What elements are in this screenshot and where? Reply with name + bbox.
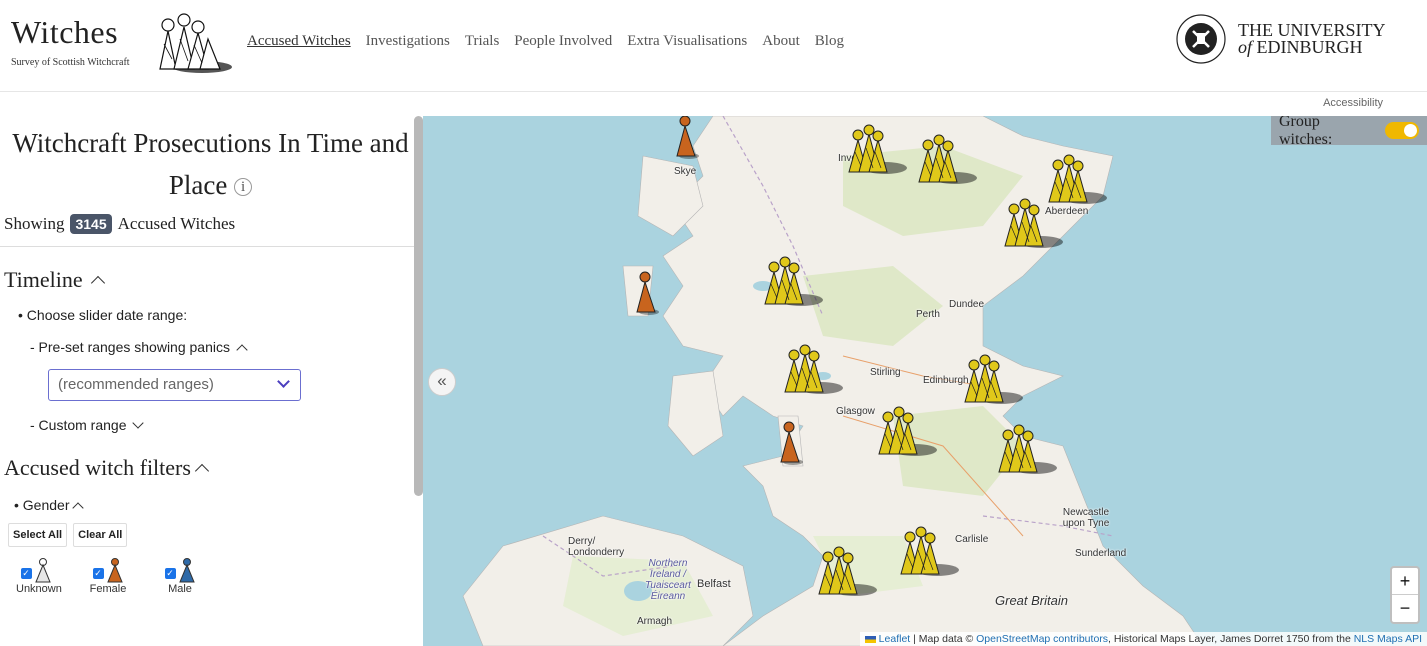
map-label: Northern Ireland / Tuaisceart Éireann	[645, 558, 691, 602]
count-badge: 3145	[70, 214, 112, 234]
zoom-out-button[interactable]: −	[1392, 595, 1418, 622]
nav-trials[interactable]: Trials	[465, 33, 499, 50]
witch-group-marker[interactable]	[761, 256, 823, 310]
witch-group-marker[interactable]	[1001, 198, 1063, 252]
map-label: Great Britain	[995, 593, 1068, 608]
nav-people-involved[interactable]: People Involved	[514, 33, 612, 50]
map-label: Carlisle	[955, 534, 989, 545]
map-label: Sunderland	[1075, 548, 1127, 559]
nav-blog[interactable]: Blog	[815, 33, 844, 50]
site-header: Witches Survey of Scottish Witchcraft Ac…	[0, 0, 1427, 92]
nav-accused-witches[interactable]: Accused Witches	[247, 33, 351, 50]
witch-group-marker[interactable]	[961, 354, 1023, 408]
map-label: Skye	[674, 166, 697, 177]
female-checkbox[interactable]: ✓	[92, 568, 104, 579]
gender-unknown[interactable]: ✓ Unknown	[16, 555, 62, 595]
chevron-down-icon	[277, 375, 290, 388]
map-label: Derry/ Londonderry	[568, 536, 625, 558]
nav-investigations[interactable]: Investigations	[366, 33, 450, 50]
select-all-button[interactable]: Select All	[8, 523, 68, 547]
map-attribution: Leaflet | Map data © OpenStreetMap contr…	[859, 632, 1427, 646]
preset-range-select[interactable]: (recommended ranges)	[48, 369, 301, 401]
divider	[0, 246, 423, 247]
clear-all-button[interactable]: Clear All	[73, 523, 128, 547]
male-checkbox[interactable]: ✓	[164, 568, 176, 579]
witch-group-marker[interactable]	[915, 134, 977, 188]
nav-about[interactable]: About	[762, 33, 800, 50]
main-nav: Accused Witches Investigations Trials Pe…	[247, 33, 844, 50]
timeline-instruction: • Choose slider date range:	[18, 307, 188, 323]
custom-range-toggle[interactable]: - Custom range	[30, 417, 423, 433]
chevron-up-icon[interactable]	[90, 275, 105, 291]
chevron-up-icon[interactable]	[194, 463, 210, 479]
group-witches-toggle[interactable]	[1385, 122, 1419, 139]
gender-options: ✓ Unknown ✓ Female ✓ Male	[16, 555, 423, 595]
map-label: Perth	[916, 309, 940, 320]
map-label: Belfast	[697, 578, 731, 590]
filters-heading[interactable]: Accused witch filters	[4, 455, 423, 481]
witch-group-marker[interactable]	[815, 546, 877, 600]
accessibility-link[interactable]: Accessibility	[1323, 97, 1383, 109]
chevron-up-icon[interactable]	[71, 502, 84, 514]
witch-group-marker[interactable]	[875, 406, 937, 460]
brand[interactable]: Witches Survey of Scottish Witchcraft	[11, 14, 130, 68]
filter-sidebar: Witchcraft Prosecutions In Time and Plac…	[0, 116, 423, 646]
nls-link[interactable]: NLS Maps API	[1354, 633, 1422, 645]
map-view[interactable]: Skye Dundee Perth Stirling Edinburgh Gla…	[423, 116, 1427, 646]
female-witch-marker[interactable]	[669, 116, 731, 162]
map-label: Newcastle upon Tyne	[1062, 507, 1110, 529]
ukraine-flag-icon	[864, 636, 876, 643]
showing-count: Showing 3145 Accused Witches	[4, 214, 236, 234]
osm-link[interactable]: OpenStreetMap contributors	[976, 633, 1108, 645]
female-witch-marker[interactable]	[773, 414, 835, 468]
chevron-up-icon[interactable]	[236, 344, 248, 356]
info-icon[interactable]: i	[234, 178, 253, 196]
zoom-control: + −	[1390, 566, 1420, 624]
sidebar-scrollbar[interactable]	[414, 116, 423, 496]
gender-female[interactable]: ✓ Female	[88, 555, 128, 595]
chevron-down-icon[interactable]	[132, 417, 145, 429]
university-crest-icon	[1176, 14, 1226, 64]
gender-male[interactable]: ✓ Male	[160, 555, 200, 595]
zoom-in-button[interactable]: +	[1392, 568, 1418, 595]
witches-logo-icon[interactable]	[150, 9, 234, 75]
map-label: Glasgow	[836, 406, 875, 417]
university-name: THE UNIVERSITY of EDINBURGH	[1238, 20, 1386, 57]
group-witches-control[interactable]: Group witches:	[1271, 116, 1427, 148]
collapse-sidebar-button[interactable]: «	[428, 368, 456, 396]
map-label: Dundee	[949, 299, 985, 310]
unknown-witch-icon	[34, 558, 51, 583]
page-title: Witchcraft Prosecutions In Time and Plac…	[12, 128, 409, 200]
timeline-heading[interactable]: Timeline	[4, 267, 423, 293]
site-subtitle: Survey of Scottish Witchcraft	[11, 57, 130, 68]
male-witch-icon	[178, 558, 195, 583]
site-title[interactable]: Witches	[11, 14, 130, 51]
female-witch-marker[interactable]	[629, 264, 691, 318]
gender-buttons: Select All Clear All	[8, 523, 423, 547]
female-witch-icon	[106, 558, 123, 583]
leaflet-link[interactable]: Leaflet	[879, 633, 911, 645]
witch-group-marker[interactable]	[995, 424, 1057, 478]
map-label: Armagh	[637, 616, 673, 627]
witch-group-marker[interactable]	[845, 124, 907, 178]
witch-group-marker[interactable]	[897, 526, 959, 580]
university-logo[interactable]: THE UNIVERSITY of EDINBURGH	[1176, 14, 1385, 64]
unknown-checkbox[interactable]: ✓	[20, 568, 32, 579]
witch-group-marker[interactable]	[781, 344, 843, 398]
preset-ranges-toggle[interactable]: - Pre-set ranges showing panics	[30, 339, 423, 356]
gender-filter-toggle[interactable]: • Gender	[14, 497, 423, 514]
map-label: Stirling	[870, 367, 901, 378]
nav-extra-visualisations[interactable]: Extra Visualisations	[627, 33, 747, 50]
